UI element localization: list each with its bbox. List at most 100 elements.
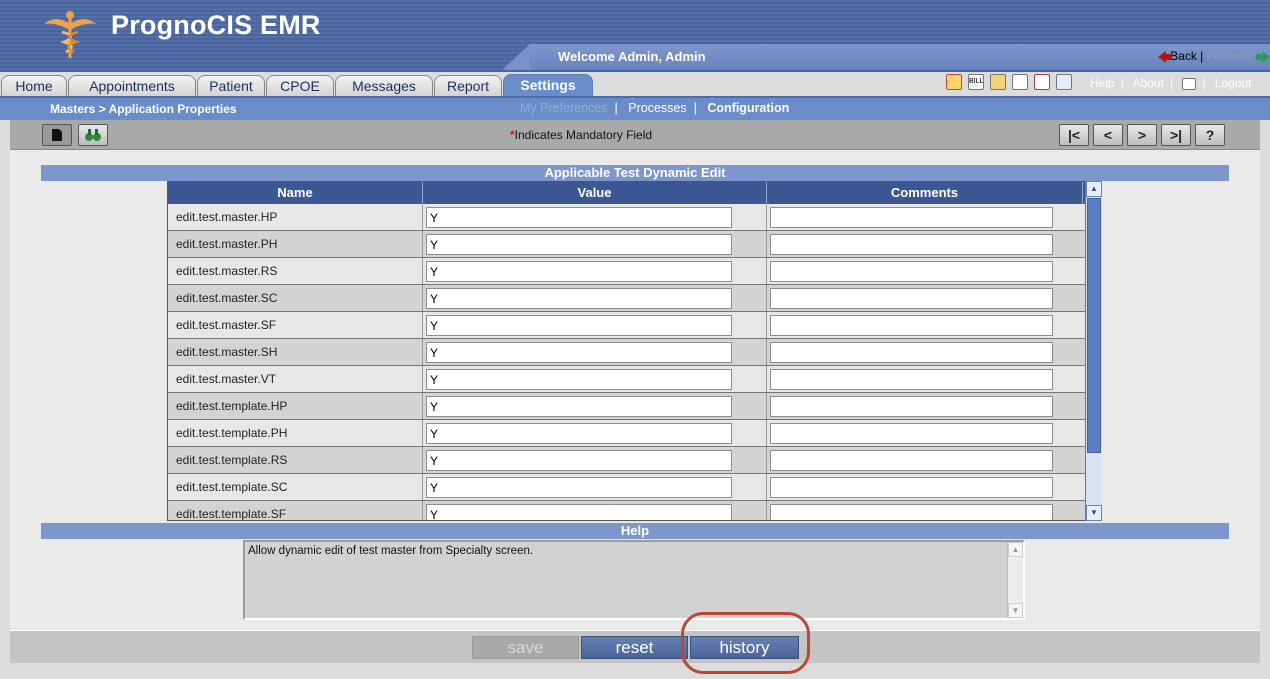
lock-icon[interactable] (1182, 77, 1197, 90)
column-header-comments: Comments (767, 182, 1083, 204)
comment-input[interactable] (770, 315, 1053, 336)
mail-icon[interactable] (1034, 74, 1050, 90)
property-name: edit.test.template.SF (168, 501, 423, 520)
value-input[interactable] (426, 477, 732, 498)
value-input[interactable] (426, 207, 732, 228)
comment-cell (767, 285, 1081, 311)
tab-messages[interactable]: Messages (335, 75, 433, 96)
scroll-down-icon[interactable]: ▼ (1086, 505, 1102, 521)
comment-cell (767, 501, 1081, 520)
property-name: edit.test.master.RS (168, 258, 423, 284)
about-link[interactable]: About (1132, 76, 1163, 90)
configuration-link[interactable]: Configuration (707, 101, 789, 115)
value-input[interactable] (426, 288, 732, 309)
top-links: Help | About | | Logout (1090, 76, 1251, 90)
settings-subnav: My Preferences | Processes | Configuration (520, 101, 789, 115)
value-cell (423, 447, 767, 473)
quick-icons: BILL (946, 74, 1072, 90)
comment-cell (767, 366, 1081, 392)
tab-home[interactable]: Home (1, 75, 67, 96)
comment-input[interactable] (770, 477, 1053, 498)
scroll-up-icon[interactable]: ▲ (1086, 181, 1102, 197)
table-row: edit.test.master.PH (168, 231, 1101, 258)
help-link[interactable]: Help (1090, 76, 1115, 90)
comment-input[interactable] (770, 288, 1053, 309)
help-text: Allow dynamic edit of test master from S… (248, 545, 534, 557)
reset-button[interactable]: reset (581, 636, 688, 659)
comment-input[interactable] (770, 450, 1053, 471)
value-input[interactable] (426, 450, 732, 471)
users-icon[interactable] (990, 74, 1006, 90)
value-input[interactable] (426, 234, 732, 255)
forward-link[interactable]: Forward (1207, 49, 1251, 63)
comment-input[interactable] (770, 423, 1053, 444)
forward-arrow-icon[interactable] (1256, 50, 1270, 63)
comment-input[interactable] (770, 234, 1053, 255)
comment-input[interactable] (770, 342, 1053, 363)
tab-patient[interactable]: Patient (197, 75, 265, 96)
help-button[interactable]: ? (1195, 124, 1225, 146)
tab-settings[interactable]: Settings (503, 74, 593, 96)
value-input[interactable] (426, 423, 732, 444)
main-panel: Applicable Test Dynamic Edit Name Value … (10, 150, 1260, 630)
subnav-separator: | (693, 101, 697, 115)
comment-cell (767, 204, 1081, 230)
alarm-icon[interactable] (946, 74, 962, 90)
value-input[interactable] (426, 396, 732, 417)
first-record-button[interactable]: |< (1059, 124, 1089, 146)
help-scrollbar[interactable]: ▲ ▼ (1007, 542, 1023, 618)
help-scroll-up-icon[interactable]: ▲ (1008, 542, 1023, 557)
value-input[interactable] (426, 261, 732, 282)
scrollbar-thumb[interactable] (1087, 198, 1101, 453)
comment-input[interactable] (770, 396, 1053, 417)
help-scroll-down-icon[interactable]: ▼ (1008, 603, 1023, 618)
comment-input[interactable] (770, 261, 1053, 282)
grid-header: Name Value Comments (168, 182, 1101, 204)
comment-input[interactable] (770, 504, 1053, 520)
table-row: edit.test.template.HP (168, 393, 1101, 420)
my-preferences-link[interactable]: My Preferences (520, 101, 608, 115)
comment-cell (767, 393, 1081, 419)
comment-cell (767, 447, 1081, 473)
comment-cell (767, 258, 1081, 284)
comment-cell (767, 231, 1081, 257)
logout-link[interactable]: Logout (1215, 76, 1252, 90)
last-record-button[interactable]: >| (1161, 124, 1191, 146)
tab-report[interactable]: Report (434, 75, 502, 96)
search-button[interactable] (78, 124, 108, 146)
value-input[interactable] (426, 315, 732, 336)
property-name: edit.test.template.SC (168, 474, 423, 500)
processes-link[interactable]: Processes (628, 101, 686, 115)
history-highlight-ring (681, 612, 810, 674)
table-row: edit.test.master.SC (168, 285, 1101, 312)
property-name: edit.test.template.RS (168, 447, 423, 473)
tab-appointments[interactable]: Appointments (68, 75, 196, 96)
previous-record-button[interactable]: < (1093, 124, 1123, 146)
value-input[interactable] (426, 342, 732, 363)
value-input[interactable] (426, 504, 732, 520)
property-name: edit.test.master.VT (168, 366, 423, 392)
column-header-value: Value (423, 182, 767, 204)
back-arrow-icon[interactable] (1157, 50, 1172, 63)
next-record-button[interactable]: > (1127, 124, 1157, 146)
record-toolbar: *Indicates Mandatory Field |< < > >| ? (10, 120, 1260, 150)
value-input[interactable] (426, 369, 732, 390)
value-cell (423, 474, 767, 500)
back-link[interactable]: Back (1170, 49, 1197, 63)
person-icon[interactable] (1012, 74, 1028, 90)
comment-input[interactable] (770, 207, 1053, 228)
comment-input[interactable] (770, 369, 1053, 390)
help-textarea[interactable]: Allow dynamic edit of test master from S… (243, 540, 1025, 620)
grid-scrollbar[interactable]: ▲ ▼ (1085, 181, 1102, 521)
table-row: edit.test.template.PH (168, 420, 1101, 447)
tab-cpoe[interactable]: CPOE (266, 75, 334, 96)
search-doc-icon[interactable] (1056, 74, 1072, 90)
mandatory-note: *Indicates Mandatory Field (510, 128, 652, 142)
help-section-title: Help (41, 523, 1229, 539)
caduceus-logo-icon (44, 11, 96, 58)
new-document-button[interactable] (42, 124, 72, 146)
welcome-band: Welcome Admin, Admin Back | Forward (502, 44, 1270, 70)
bill-icon[interactable]: BILL (968, 74, 984, 90)
table-row: edit.test.template.SC (168, 474, 1101, 501)
save-button[interactable]: save (472, 636, 579, 659)
